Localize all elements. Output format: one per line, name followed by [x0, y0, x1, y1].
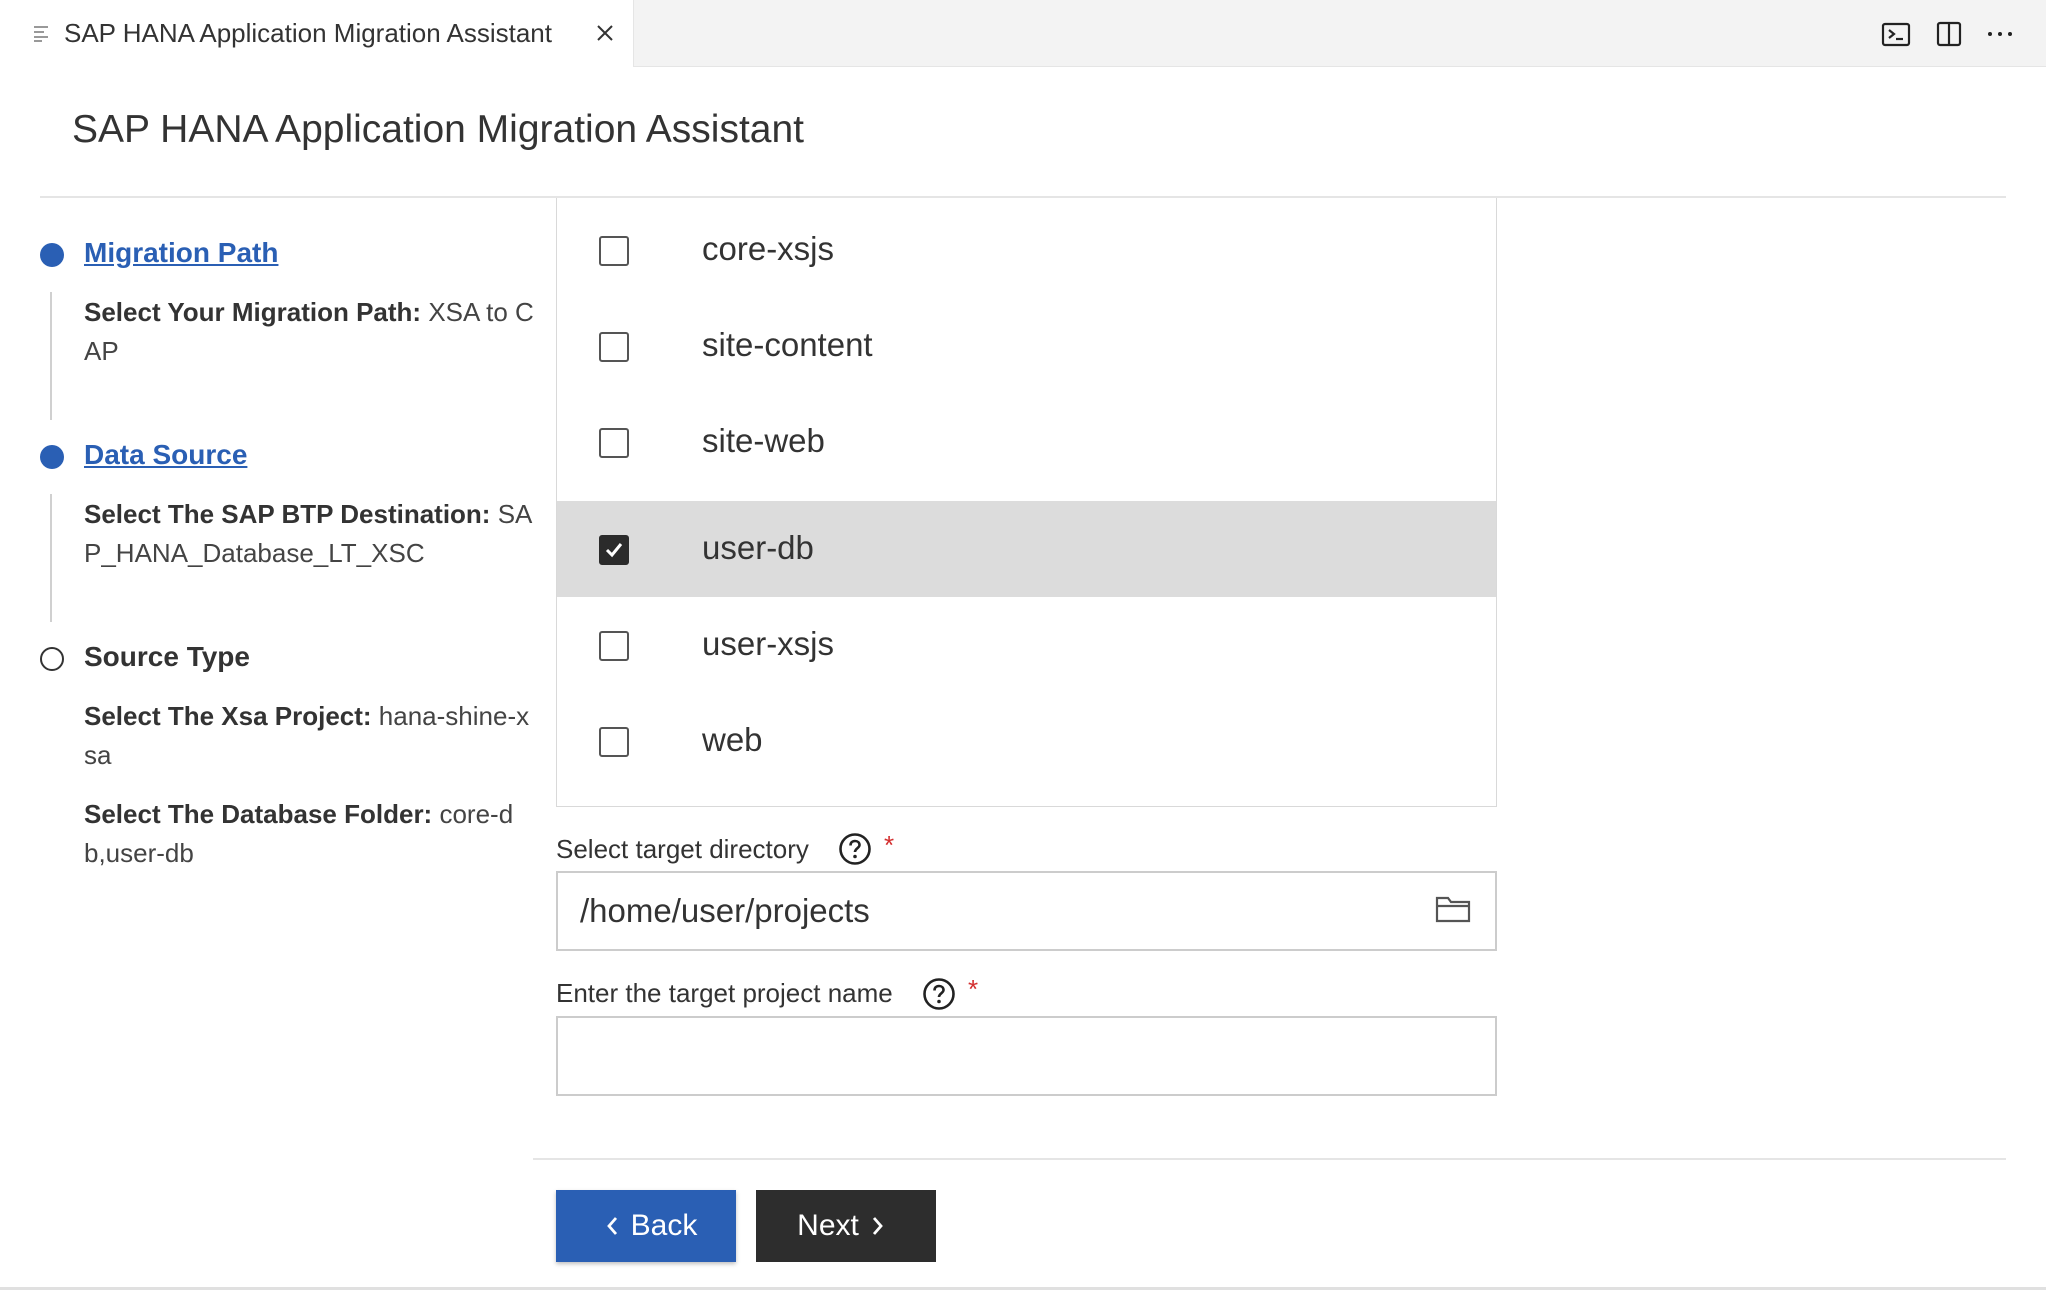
- step-connector: [50, 494, 52, 622]
- checkbox[interactable]: [599, 631, 629, 661]
- list-item-site-web[interactable]: site-web: [557, 394, 1496, 490]
- step-summary-migration-path: Select Your Migration Path: XSA to CAP: [84, 293, 534, 371]
- step-connector: [50, 292, 52, 420]
- next-button[interactable]: Next: [756, 1190, 936, 1262]
- lines-icon: [34, 26, 48, 42]
- back-button-label: Back: [630, 1209, 698, 1242]
- split-editor-icon[interactable]: [1933, 18, 1965, 50]
- summary-label: Select The SAP BTP Destination:: [84, 499, 491, 529]
- list-item-core-xsjs[interactable]: core-xsjs: [557, 202, 1496, 298]
- back-button[interactable]: Back: [556, 1190, 736, 1262]
- required-marker: *: [884, 830, 895, 860]
- project-name-label: Enter the target project name: [556, 978, 893, 1008]
- chevron-left-icon: [606, 1217, 617, 1235]
- summary-label: Select The Xsa Project:: [84, 701, 372, 731]
- step-summary-database-folder: Select The Database Folder: core-db,user…: [84, 795, 534, 873]
- checkbox[interactable]: [599, 428, 629, 458]
- step-summary-data-source: Select The SAP BTP Destination: SAP_HANA…: [84, 495, 534, 573]
- list-item-label: core-xsjs: [702, 230, 835, 267]
- step-link-data-source[interactable]: Data Source: [84, 439, 247, 471]
- checkbox[interactable]: [599, 236, 629, 266]
- target-directory-label: Select target directory: [556, 834, 809, 864]
- bottom-border: [0, 1287, 2046, 1290]
- next-button-label: Next: [797, 1209, 859, 1242]
- step-indicator-current: [40, 647, 64, 671]
- list-item-user-xsjs[interactable]: user-xsjs: [557, 597, 1496, 693]
- summary-label: Select Your Migration Path:: [84, 297, 422, 327]
- list-item-label: web: [702, 721, 763, 758]
- page-title: SAP HANA Application Migration Assistant: [72, 108, 804, 151]
- help-icon[interactable]: [922, 977, 956, 1011]
- more-actions-icon[interactable]: [1984, 18, 2016, 50]
- step-indicator-done: [40, 445, 64, 469]
- terminal-icon[interactable]: [1880, 18, 1912, 50]
- checkmark-icon: [605, 543, 623, 558]
- chevron-right-icon: [872, 1217, 883, 1235]
- footer-divider: [533, 1158, 2006, 1160]
- tab-title: SAP HANA Application Migration Assistant: [64, 18, 552, 48]
- list-item-web[interactable]: web: [557, 693, 1496, 789]
- close-icon[interactable]: [593, 21, 617, 45]
- editor-tab[interactable]: SAP HANA Application Migration Assistant: [0, 0, 634, 67]
- step-link-migration-path[interactable]: Migration Path: [84, 237, 278, 269]
- step-title-source-type: Source Type: [84, 641, 250, 672]
- checkbox[interactable]: [599, 727, 629, 757]
- folder-icon[interactable]: [1435, 894, 1471, 924]
- list-item-site-content[interactable]: site-content: [557, 298, 1496, 394]
- list-item-user-db[interactable]: user-db: [557, 501, 1496, 597]
- summary-label: Select The Database Folder:: [84, 799, 433, 829]
- checkbox[interactable]: [599, 332, 629, 362]
- step-summary-xsa-project: Select The Xsa Project: hana-shine-xsa: [84, 697, 534, 775]
- step-indicator-done: [40, 243, 64, 267]
- list-item-label: site-web: [702, 422, 825, 459]
- help-icon[interactable]: [838, 832, 872, 866]
- list-item-label: site-content: [702, 326, 873, 363]
- target-directory-input[interactable]: [556, 871, 1497, 951]
- list-item-label: user-db: [702, 529, 814, 566]
- list-item-label: user-xsjs: [702, 625, 835, 662]
- required-marker: *: [968, 974, 979, 1004]
- checkbox-checked[interactable]: [599, 535, 629, 565]
- editor-tab-bar: SAP HANA Application Migration Assistant: [0, 0, 2046, 67]
- module-checkbox-list: core-xsjs site-content site-web user-db …: [556, 198, 1497, 807]
- project-name-input[interactable]: [556, 1016, 1497, 1096]
